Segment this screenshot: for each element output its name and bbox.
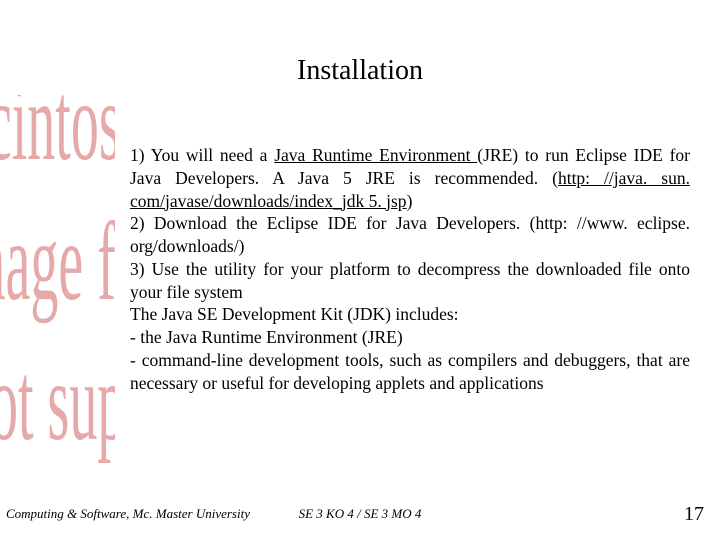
page-number: 17 <box>684 503 704 526</box>
p1-paren-close: ) <box>407 191 413 211</box>
slide-title: Installation <box>0 55 720 87</box>
jre-link[interactable]: Java Runtime Environment <box>274 145 477 165</box>
slide-body: 1) You will need a Java Runtime Environm… <box>130 144 690 394</box>
body-p2: 2) Download the Eclipse IDE for Java Dev… <box>130 212 690 258</box>
bg-text-1: acintosh P <box>0 95 115 179</box>
body-p3: 3) Use the utility for your platform to … <box>130 258 690 304</box>
body-p6: - command-line development tools, such a… <box>130 349 690 395</box>
body-p1: 1) You will need a Java Runtime Environm… <box>130 144 690 212</box>
slide: acintosh P mage form not suppo Installat… <box>0 0 720 540</box>
background-image-placeholder: acintosh P mage form not suppo <box>0 95 115 465</box>
p1-text-a: 1) You will need a <box>130 145 274 165</box>
body-p5: - the Java Runtime Environment (JRE) <box>130 326 690 349</box>
footer-center: SE 3 KO 4 / SE 3 MO 4 <box>0 506 720 522</box>
bg-text-2: mage form <box>0 207 115 319</box>
body-p4: The Java SE Development Kit (JDK) includ… <box>130 303 690 326</box>
bg-text-3: not suppo <box>0 347 115 459</box>
